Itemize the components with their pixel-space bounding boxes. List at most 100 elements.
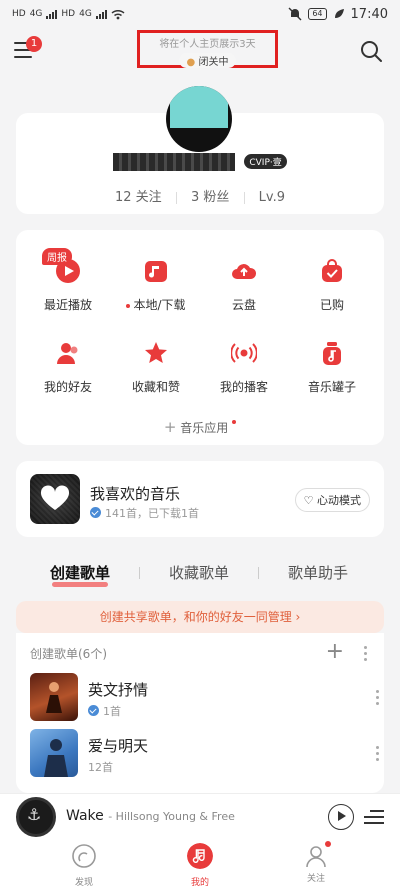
tab-collected-playlists[interactable]: 收藏歌单 xyxy=(169,562,229,583)
divider xyxy=(175,191,177,204)
status-right: 64 17:40 xyxy=(288,7,388,22)
playlist-tabs: 创建歌单 收藏歌单 歌单助手 xyxy=(16,562,384,588)
friends-icon xyxy=(57,343,78,364)
liked-music-card[interactable]: 我喜欢的音乐 141首，已下载1首 ♡ 心动模式 xyxy=(16,461,384,537)
album-disc[interactable] xyxy=(16,797,56,837)
avatar[interactable] xyxy=(166,86,232,152)
playlist-row[interactable]: 爱与明天 12首 xyxy=(30,729,379,779)
username-row: CVIP·壹 xyxy=(16,151,384,171)
shortcut-label: 我的好友 xyxy=(43,380,92,394)
liked-music-title: 我喜欢的音乐 xyxy=(90,485,181,503)
network-label: 4G xyxy=(29,9,43,19)
shortcut-local-download[interactable]: 本地/下载 xyxy=(116,258,196,313)
privacy-hint: 将在个人主页展示3天 xyxy=(159,39,256,50)
stats-row: 12 关注 3 粉丝 Lv.9 xyxy=(16,186,384,205)
shortcut-friends[interactable]: 我的好友 xyxy=(28,340,108,395)
music-apps-label: 音乐应用 xyxy=(180,421,229,435)
portrait-figure-icon xyxy=(44,739,68,777)
playlist-queue-icon[interactable] xyxy=(364,807,384,827)
divider xyxy=(243,191,245,204)
song-artist: - Hillsong Young & Free xyxy=(108,810,235,823)
heart-icon xyxy=(40,485,70,510)
playlist-track-count: 1首 xyxy=(103,705,121,718)
play-button[interactable] xyxy=(328,804,354,830)
top-bar: 1 将在个人主页展示3天 ● 闭关中 xyxy=(0,28,400,74)
shortcut-label-text: 本地/下载 xyxy=(133,298,186,312)
created-playlists-header: 创建歌单(6个) xyxy=(30,647,107,661)
notification-badge: 1 xyxy=(26,36,42,52)
network-label-2: 4G xyxy=(79,9,92,19)
signal-indicators: HD 4G HD 4G xyxy=(12,9,125,20)
shortcut-recent-play[interactable]: 周报 最近播放 xyxy=(28,248,108,313)
more-options-icon[interactable] xyxy=(370,745,384,761)
shortcut-podcast[interactable]: 我的播客 xyxy=(204,340,284,395)
more-options-icon[interactable] xyxy=(370,689,384,705)
privacy-status-label: 闭关中 xyxy=(198,57,229,68)
vip-badge[interactable]: CVIP·壹 xyxy=(244,154,287,169)
music-apps-button[interactable]: + 音乐应用 xyxy=(16,418,384,436)
tab-created-playlists[interactable]: 创建歌单 xyxy=(50,562,110,583)
add-playlist-button[interactable]: + xyxy=(326,639,344,664)
shortcut-label: 音乐罐子 xyxy=(307,380,356,394)
nav-label: 关注 xyxy=(306,874,325,884)
shortcut-label: 本地/下载 xyxy=(116,296,196,313)
shared-playlist-banner[interactable]: 创建共享歌单，和你的好友一同管理 › xyxy=(16,601,384,633)
playlist-title: 爱与明天 xyxy=(88,737,149,755)
liked-music-subtitle: 141首，已下载1首 xyxy=(90,505,199,521)
privacy-status-pill[interactable]: ● 闭关中 xyxy=(178,53,237,68)
bottom-nav: 发现 我的 关注 xyxy=(0,839,400,888)
nav-follow[interactable]: 关注 xyxy=(286,841,346,884)
mute-bell-icon xyxy=(288,7,302,21)
plus-icon: + xyxy=(163,418,177,436)
created-playlists-section: 创建歌单(6个) + 英文抒情 1首 爱与明天 12首 xyxy=(16,633,384,793)
privacy-status-box[interactable]: 将在个人主页展示3天 ● 闭关中 xyxy=(137,30,278,68)
cloud-disk-icon xyxy=(232,264,257,279)
nav-discover[interactable]: 发现 xyxy=(54,843,114,888)
music-note-icon xyxy=(187,843,213,869)
downloaded-check-icon xyxy=(90,507,101,518)
nav-label: 我的 xyxy=(190,878,209,888)
downloaded-check-icon xyxy=(88,705,99,716)
signal-icon-2 xyxy=(95,9,107,19)
song-title: Wake xyxy=(66,808,104,824)
shortcut-label: 最近播放 xyxy=(43,298,92,312)
shortcut-cloud-disk[interactable]: 云盘 xyxy=(204,258,284,313)
nav-mine[interactable]: 我的 xyxy=(170,843,230,888)
discover-icon xyxy=(72,844,96,868)
star-icon xyxy=(145,342,167,363)
battery-indicator: 64 xyxy=(308,8,327,20)
heartbeat-mode-button[interactable]: ♡ 心动模式 xyxy=(294,488,370,512)
fans-count[interactable]: 3 粉丝 xyxy=(191,190,229,205)
status-bar: HD 4G HD 4G 64 17:40 xyxy=(0,0,400,28)
tab-playlist-assistant[interactable]: 歌单助手 xyxy=(288,562,348,583)
divider xyxy=(139,567,140,579)
shortcut-purchased[interactable]: 已购 xyxy=(292,258,372,313)
shortcut-favorites[interactable]: 收藏和赞 xyxy=(116,340,196,395)
divider xyxy=(258,567,259,579)
shortcut-label: 我的播客 xyxy=(219,380,268,394)
username-redacted xyxy=(113,152,236,171)
search-icon[interactable] xyxy=(360,40,382,62)
liked-music-count: 141首，已下载1首 xyxy=(105,507,199,520)
follows-count[interactable]: 12 关注 xyxy=(115,190,162,205)
wifi-icon xyxy=(111,9,125,19)
clock: 17:40 xyxy=(350,6,388,22)
shortcut-label: 收藏和赞 xyxy=(131,380,180,394)
playlist-subtitle: 12首 xyxy=(88,761,113,774)
mini-player[interactable]: Wake - Hillsong Young & Free xyxy=(0,793,400,839)
person-icon xyxy=(306,846,326,868)
nav-label: 发现 xyxy=(74,878,93,888)
more-options-icon[interactable] xyxy=(358,645,372,661)
hd-label-2: HD xyxy=(61,9,76,19)
playlist-subtitle: 1首 xyxy=(88,703,121,719)
shortcut-music-jar[interactable]: 音乐罐子 xyxy=(292,340,372,395)
hd-label: HD xyxy=(12,9,26,19)
shortcut-grid: 周报 最近播放 本地/下载 云盘 已购 我的好友 收藏和赞 我的播客 音乐罐子 … xyxy=(16,230,384,445)
playlist-row[interactable]: 英文抒情 1首 xyxy=(30,673,379,723)
purchased-icon xyxy=(322,259,342,282)
playlist-title: 英文抒情 xyxy=(88,681,149,699)
singer-figure-icon xyxy=(46,682,62,713)
follow-icon-wrap xyxy=(303,841,331,869)
local-download-icon xyxy=(145,261,167,282)
user-level[interactable]: Lv.9 xyxy=(259,190,285,205)
